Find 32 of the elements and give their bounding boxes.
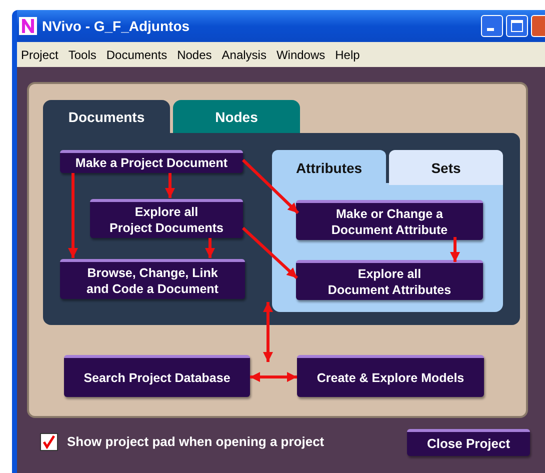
minimize-button[interactable] [481,15,503,37]
action-button[interactable]: Browse, Change, Link and Code a Document [60,259,245,299]
action-button[interactable]: Explore all Project Documents [90,199,243,238]
nvivo-logo-icon [19,17,37,35]
window-title: NVivo - G_F_Adjuntos [42,18,190,34]
action-button[interactable]: Make or Change a Document Attribute [296,200,483,240]
maximize-button[interactable] [506,15,528,37]
tab[interactable]: Attributes [272,150,386,186]
checkbox-label: Show project pad when opening a project [67,434,324,449]
action-button[interactable]: Create & Explore Models [297,355,484,397]
tab[interactable]: Sets [389,150,503,185]
arrow [242,226,298,280]
menu-item[interactable]: Analysis [222,48,266,62]
action-button[interactable]: Make a Project Document [60,150,243,173]
menu-item[interactable]: Nodes [177,48,212,62]
menu-item[interactable]: Project [21,48,58,62]
close-button[interactable] [531,15,545,37]
tab[interactable]: Documents [43,100,170,136]
menu-item[interactable]: Documents [106,48,168,62]
menu-item[interactable]: Windows [276,48,326,62]
arrow [165,173,175,198]
action-button[interactable]: Explore all Document Attributes [296,260,483,300]
checkbox[interactable] [40,433,58,451]
menu-item[interactable]: Help [335,48,360,62]
action-button[interactable]: Search Project Database [64,355,250,397]
double-arrow [250,372,297,382]
arrow [450,237,460,262]
close-project-button[interactable]: Close Project [407,429,530,456]
menu-item[interactable]: Tools [68,48,96,62]
arrow [205,238,215,258]
double-arrow [263,302,273,362]
tab[interactable]: Nodes [173,100,300,136]
